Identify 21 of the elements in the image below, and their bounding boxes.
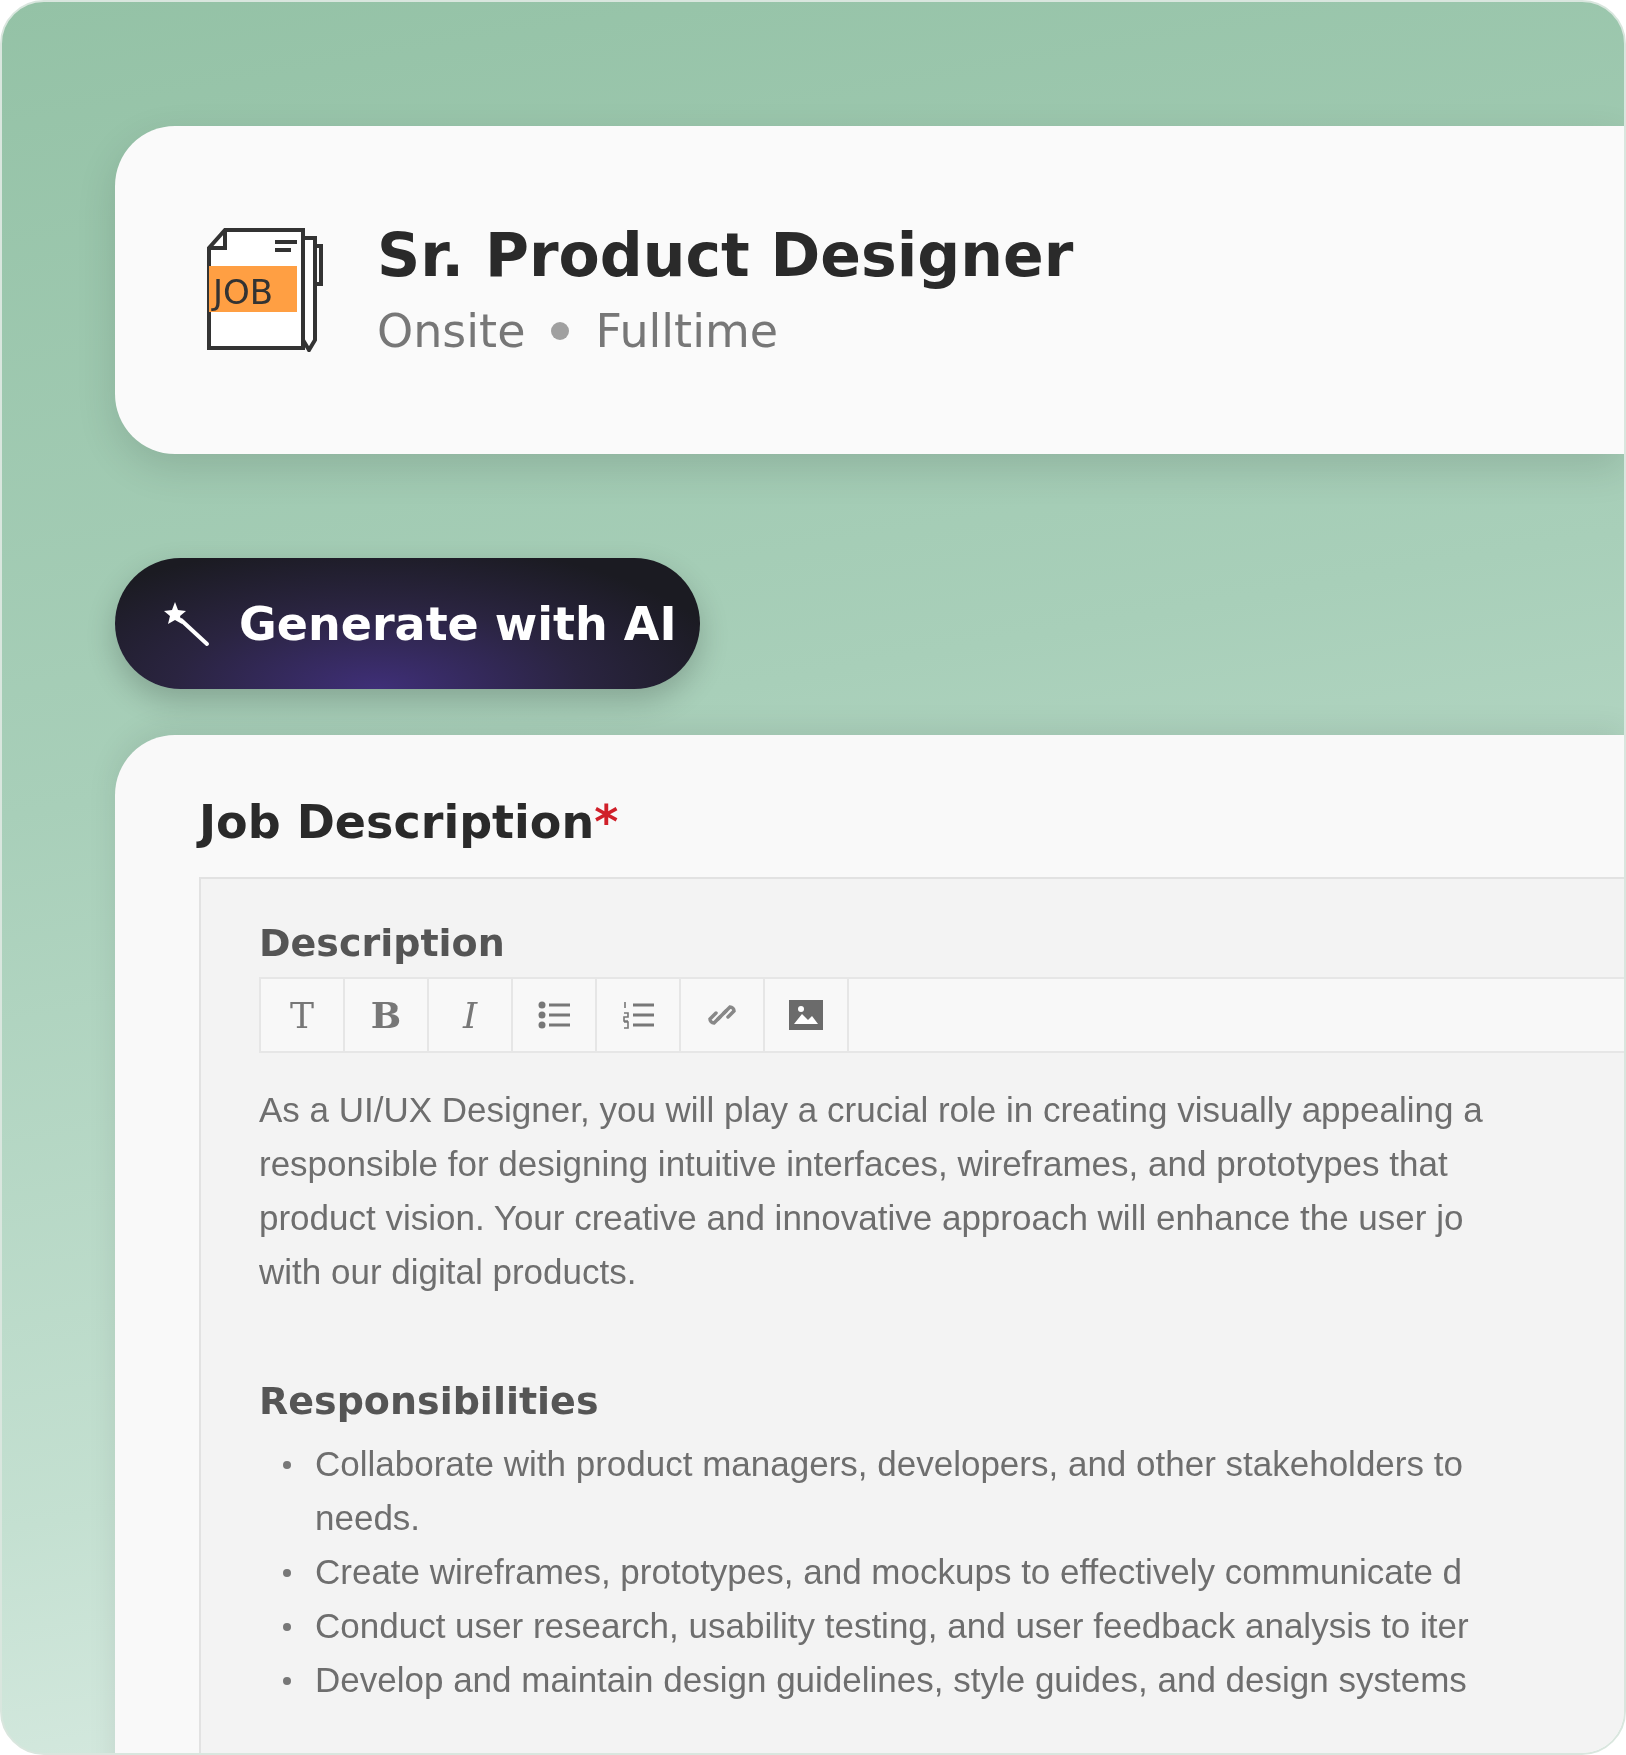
description-paragraph: As a UI/UX Designer, you will play a crucial role in creating visually appealing a responsible for designing intuitive interfaces, wireframes, and prototypes that product vision. Your creative and innovative approach will enhance the user jo with our digital products. bbox=[259, 1089, 1484, 1293]
numbered-list-icon bbox=[622, 1001, 654, 1029]
separator-dot bbox=[551, 322, 570, 340]
list-item-text: Develop and maintain design guidelines, style guides, and design systems bbox=[315, 1659, 1467, 1701]
bullet-dot bbox=[283, 1569, 291, 1577]
section-heading: Responsibilities bbox=[259, 1379, 600, 1423]
bullet-dot bbox=[283, 1461, 291, 1469]
image-icon bbox=[789, 1000, 823, 1030]
required-mark: * bbox=[594, 795, 619, 849]
job-tag: Fulltime bbox=[595, 304, 779, 358]
bullet-dot bbox=[283, 1677, 291, 1685]
bullet-dot bbox=[283, 1623, 291, 1631]
bullet-list-icon bbox=[538, 1001, 570, 1029]
job-tag: Onsite bbox=[377, 304, 526, 358]
list-item-text: Conduct user research, usability testing, and user feedback analysis to iter bbox=[315, 1605, 1469, 1647]
editor-heading: Description bbox=[259, 921, 506, 965]
list-item-text: Create wireframes, prototypes, and mockups to effectively communicate d bbox=[315, 1551, 1463, 1593]
job-title: Sr. Product Designer bbox=[377, 222, 1074, 288]
list-item-text: Collaborate with product managers, developers, and other stakeholders to needs. bbox=[315, 1443, 1463, 1539]
generate-with-ai-button[interactable]: Generate with AI bbox=[115, 558, 700, 689]
rich-text-editor[interactable] bbox=[199, 877, 1624, 1753]
